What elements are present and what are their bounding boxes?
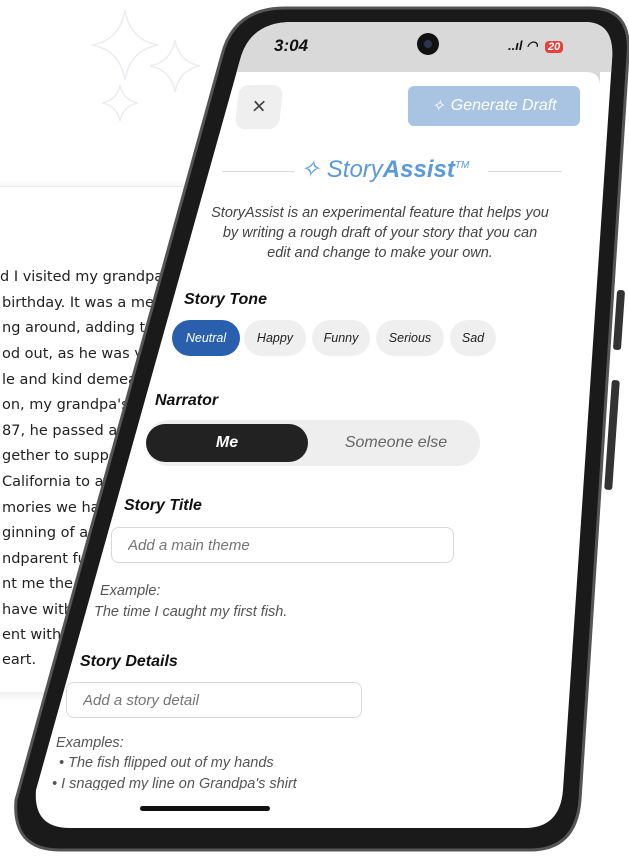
close-icon: × bbox=[250, 93, 268, 120]
title-example-label: Example: bbox=[100, 583, 161, 599]
generate-draft-button[interactable]: ✧ Generate Draft bbox=[408, 86, 580, 126]
battery-icon: 20 bbox=[545, 41, 564, 53]
details-example-1: • The fish flipped out of my hands bbox=[59, 755, 274, 771]
story-title-label: Story Title bbox=[124, 497, 202, 514]
brand-name-light: Story bbox=[326, 156, 383, 183]
signal-icon: ..ıl bbox=[508, 38, 523, 53]
tone-chip-happy[interactable]: Happy bbox=[244, 320, 306, 356]
narrator-option-someone-else[interactable]: Someone else bbox=[316, 424, 476, 462]
brand-sparkle-icon: ✧ bbox=[300, 156, 321, 183]
close-button[interactable]: × bbox=[234, 85, 284, 129]
home-indicator[interactable] bbox=[140, 806, 270, 811]
story-tone-label: Story Tone bbox=[184, 291, 267, 308]
narrator-option-me[interactable]: Me bbox=[146, 424, 308, 462]
tone-chip-sad[interactable]: Sad bbox=[450, 320, 496, 356]
storyassist-logo: ✧ StoryAssistTM bbox=[300, 155, 469, 184]
details-examples-label: Examples: bbox=[56, 735, 124, 751]
brand-divider-right bbox=[488, 171, 562, 172]
intro-text: StoryAssist is an experimental feature t… bbox=[211, 205, 549, 261]
sparkle-icon: ✧ bbox=[431, 98, 445, 115]
story-detail-input[interactable] bbox=[66, 682, 362, 718]
status-time: 3:04 bbox=[274, 36, 309, 55]
generate-draft-label: Generate Draft bbox=[450, 97, 557, 114]
title-example-text: The time I caught my first fish. bbox=[94, 604, 288, 620]
tone-chip-serious[interactable]: Serious bbox=[376, 320, 444, 356]
narrator-toggle: Me Someone else bbox=[146, 420, 480, 466]
status-icons: ..ıl ◠ 20 bbox=[508, 38, 564, 54]
story-title-input[interactable] bbox=[111, 527, 454, 563]
tone-chip-funny[interactable]: Funny bbox=[312, 320, 370, 356]
brand-divider-left bbox=[222, 171, 294, 172]
details-example-2: • I snagged my line on Grandpa's shirt bbox=[52, 776, 297, 790]
wifi-icon: ◠ bbox=[526, 38, 538, 53]
trademark: TM bbox=[454, 160, 470, 171]
story-details-label: Story Details bbox=[80, 653, 178, 670]
tone-chip-neutral[interactable]: Neutral bbox=[172, 320, 240, 356]
brand-name-bold: Assist bbox=[382, 156, 455, 183]
narrator-label: Narrator bbox=[155, 392, 219, 409]
